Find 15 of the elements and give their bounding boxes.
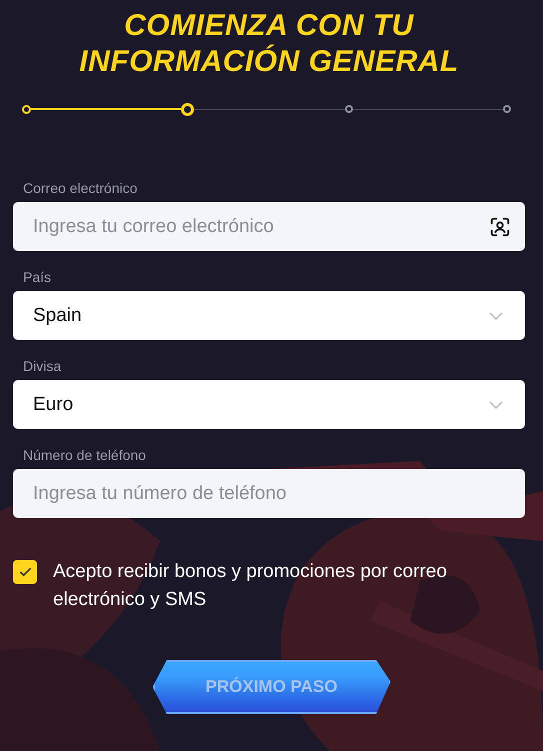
input-field[interactable]: Ingresa tu correo electrónico: [13, 202, 525, 251]
checkbox[interactable]: [13, 560, 37, 584]
chevron-down-icon: [489, 400, 503, 408]
input-field[interactable]: Ingresa tu número de teléfono: [13, 469, 525, 518]
field-label: Divisa: [23, 358, 62, 374]
check-icon: [18, 567, 32, 577]
field-label: Número de teléfono: [23, 447, 147, 463]
select-field[interactable]: Spain: [13, 291, 525, 340]
select-field[interactable]: Euro: [13, 380, 525, 429]
chevron-down-icon: [489, 312, 503, 320]
field-label: País: [23, 269, 52, 285]
consent-text: Acepto recibir bonos y promociones por correo electrónico y SMS: [53, 560, 448, 612]
field-label: Correo electrónico: [23, 180, 138, 196]
page-title: COMIENZA CON TU INFORMACIÓN GENERAL: [78, 8, 460, 80]
person-scan-icon[interactable]: [489, 216, 511, 238]
